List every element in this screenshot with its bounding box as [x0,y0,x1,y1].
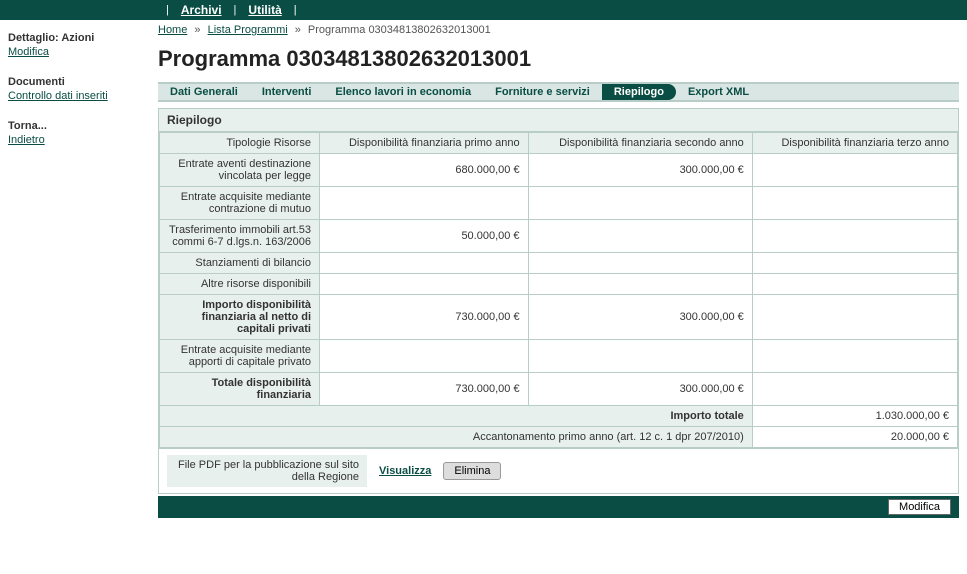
sidebar: Dettaglio: Azioni Modifica Documenti Con… [0,20,158,518]
cell: 300.000,00 € [528,154,752,187]
accantonamento-label: Accantonamento primo anno (art. 12 c. 1 … [160,427,753,448]
row-label: Importo disponibilità finanziaria al net… [160,295,320,340]
cell [528,220,752,253]
cell: 300.000,00 € [528,295,752,340]
importo-totale-label: Importo totale [160,406,753,427]
menu-separator: | [226,4,245,16]
sidebar-azioni-title: Dettaglio: Azioni [8,32,150,44]
row-label: Entrate aventi destinazione vincolata pe… [160,154,320,187]
sidebar-torna-title: Torna... [8,120,150,132]
cell [752,154,957,187]
cell [528,340,752,373]
cell [528,274,752,295]
menu-separator: | [158,4,177,16]
pdf-label: File PDF per la pubblicazione sul sito d… [167,455,367,487]
page-title: Programma 03034813802632013001 [158,40,959,82]
cell [752,373,957,406]
tab-interventi[interactable]: Interventi [250,84,324,100]
table-row: Entrate acquisite mediante apporti di ca… [160,340,958,373]
row-label: Trasferimento immobili art.53 commi 6-7 … [160,220,320,253]
cell [752,220,957,253]
row-label: Totale disponibilità finanziaria [160,373,320,406]
cell [528,187,752,220]
table-row: Trasferimento immobili art.53 commi 6-7 … [160,220,958,253]
table-row: Entrate aventi destinazione vincolata pe… [160,154,958,187]
cell: 300.000,00 € [528,373,752,406]
cell: 730.000,00 € [320,295,529,340]
cell [752,253,957,274]
col-tipologie: Tipologie Risorse [160,133,320,154]
col-anno2: Disponibilità finanziaria secondo anno [528,133,752,154]
cell [752,274,957,295]
importo-totale-value: 1.030.000,00 € [752,406,957,427]
table-row: Altre risorse disponibili [160,274,958,295]
menu-separator: | [286,4,305,16]
bottom-bar: Modifica [158,496,959,518]
footer-row: Accantonamento primo anno (art. 12 c. 1 … [160,427,958,448]
accantonamento-value: 20.000,00 € [752,427,957,448]
elimina-button[interactable]: Elimina [443,462,501,480]
tab-forniture[interactable]: Forniture e servizi [483,84,602,100]
row-label: Altre risorse disponibili [160,274,320,295]
panel-title: Riepilogo [159,109,958,132]
menu-utilita[interactable]: Utilità [244,3,285,17]
cell: 50.000,00 € [320,220,529,253]
breadcrumb-current: Programma 03034813802632013001 [308,24,491,36]
cell: 730.000,00 € [320,373,529,406]
tab-riepilogo[interactable]: Riepilogo [602,84,676,100]
footer-row: Importo totale 1.030.000,00 € [160,406,958,427]
table-row: Importo disponibilità finanziaria al net… [160,295,958,340]
tab-dati-generali[interactable]: Dati Generali [158,84,250,100]
cell [528,253,752,274]
cell [320,253,529,274]
modifica-button[interactable]: Modifica [888,499,951,515]
cell [752,295,957,340]
col-anno1: Disponibilità finanziaria primo anno [320,133,529,154]
sidebar-link-indietro[interactable]: Indietro [8,134,150,146]
riepilogo-table: Tipologie Risorse Disponibilità finanzia… [159,132,958,448]
row-label: Stanziamenti di bilancio [160,253,320,274]
riepilogo-panel: Riepilogo Tipologie Risorse Disponibilit… [158,108,959,449]
pdf-bar: File PDF per la pubblicazione sul sito d… [158,449,959,494]
sidebar-documenti-title: Documenti [8,76,150,88]
breadcrumb-lista[interactable]: Lista Programmi [208,24,288,36]
tab-elenco-lavori[interactable]: Elenco lavori in economia [323,84,483,100]
sidebar-link-controllo[interactable]: Controllo dati inseriti [8,90,150,102]
row-label: Entrate acquisite mediante apporti di ca… [160,340,320,373]
menu-archivi[interactable]: Archivi [177,3,226,17]
table-row: Totale disponibilità finanziaria 730.000… [160,373,958,406]
table-row: Entrate acquisite mediante contrazione d… [160,187,958,220]
cell [752,340,957,373]
top-menu-bar: | Archivi | Utilità | [0,0,967,20]
table-row: Stanziamenti di bilancio [160,253,958,274]
tabs: Dati Generali Interventi Elenco lavori i… [158,82,959,102]
sidebar-link-modifica[interactable]: Modifica [8,46,150,58]
cell [320,274,529,295]
visualizza-link[interactable]: Visualizza [379,465,431,477]
row-label: Entrate acquisite mediante contrazione d… [160,187,320,220]
cell [320,187,529,220]
breadcrumb: Home » Lista Programmi » Programma 03034… [158,20,959,40]
cell [752,187,957,220]
cell: 680.000,00 € [320,154,529,187]
col-anno3: Disponibilità finanziaria terzo anno [752,133,957,154]
tab-export-xml[interactable]: Export XML [676,84,761,100]
cell [320,340,529,373]
breadcrumb-home[interactable]: Home [158,24,187,36]
